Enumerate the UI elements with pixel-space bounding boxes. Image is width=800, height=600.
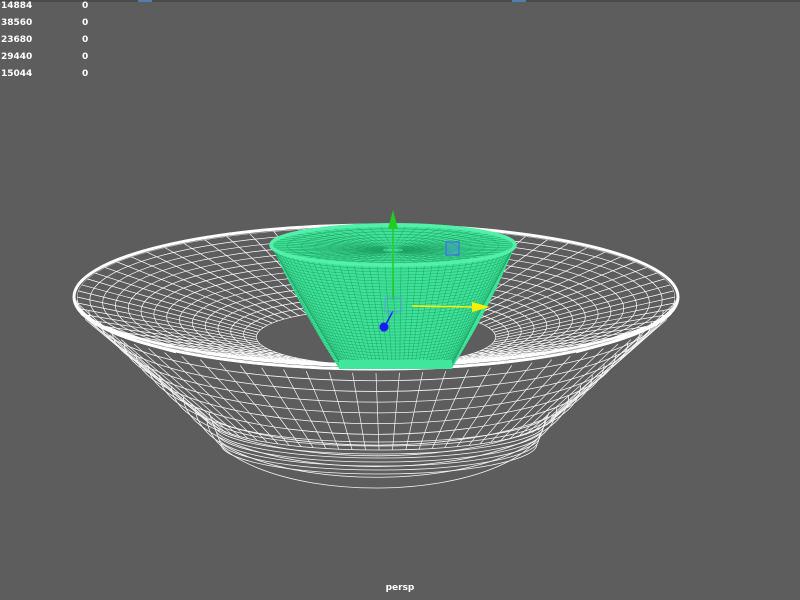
hud-value: 0	[82, 35, 89, 45]
hud-value: 0	[82, 18, 89, 28]
hud-value: 23680	[1, 35, 33, 45]
plane-handle-icon[interactable]	[445, 241, 460, 256]
hud-value: 15044	[1, 69, 33, 79]
hud-value: 0	[82, 1, 89, 11]
scene-canvas[interactable]	[0, 0, 800, 600]
hud-value: 0	[82, 52, 89, 62]
y-axis-arrow-icon[interactable]	[388, 210, 398, 229]
hud-value: 0	[82, 69, 89, 79]
camera-label: persp	[385, 583, 415, 593]
z-axis-tip-icon[interactable]	[379, 322, 389, 332]
hud-value: 29440	[1, 52, 33, 62]
hud-value: 38560	[1, 18, 33, 28]
x-axis-handle[interactable]	[411, 305, 477, 308]
hud-value: 14884	[1, 1, 33, 11]
viewport-persp[interactable]: 14884 0 38560 0 23680 0 29440 0 15044 0 persp	[0, 0, 800, 600]
